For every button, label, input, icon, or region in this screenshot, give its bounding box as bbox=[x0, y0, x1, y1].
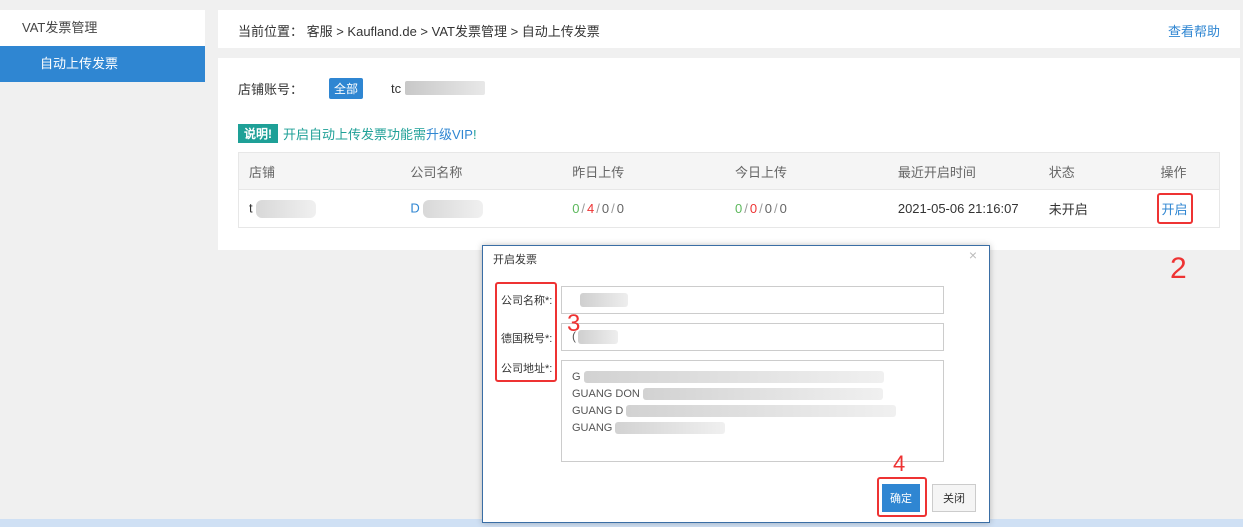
upgrade-vip-link[interactable]: 升级VIP bbox=[426, 127, 473, 142]
tax-number-input[interactable]: ( bbox=[561, 323, 944, 351]
open-invoice-dialog: 开启发票 × 公司名称*: 德国税号*: 公司地址*: ( 3 G GUANG … bbox=[482, 245, 990, 523]
cell-today: 0/0/0/0 bbox=[725, 189, 888, 228]
cell-company: D bbox=[400, 189, 563, 228]
tax-number-label: 德国税号*: bbox=[501, 333, 553, 345]
dialog-title: 开启发票 bbox=[493, 254, 537, 266]
today-other: 0 bbox=[779, 201, 787, 216]
today-success: 0 bbox=[735, 201, 743, 216]
address-line: G bbox=[572, 369, 933, 386]
today-failed: 0 bbox=[749, 201, 758, 216]
address-line: GUANG DON bbox=[572, 386, 933, 403]
confirm-button[interactable]: 确定 bbox=[882, 484, 920, 512]
table-row: t D 0/4/0/0 0/0/0/0 2021-05-06 21:16:07 … bbox=[238, 189, 1220, 228]
address-line: GUANG bbox=[572, 420, 933, 437]
sidebar: VAT发票管理 自动上传发票 bbox=[0, 0, 205, 527]
blurred-tax-value bbox=[578, 330, 618, 344]
cell-yesterday: 0/4/0/0 bbox=[562, 189, 726, 228]
blurred-company-value bbox=[580, 293, 628, 307]
today-pending: 0 bbox=[764, 201, 772, 216]
col-last-open: 最近开启时间 bbox=[887, 152, 1039, 190]
yesterday-pending: 0 bbox=[601, 201, 610, 216]
annotation-4: 4 bbox=[893, 451, 906, 476]
yesterday-other: 0 bbox=[616, 201, 624, 216]
col-action: 操作 bbox=[1150, 152, 1220, 190]
company-name-input[interactable] bbox=[561, 286, 944, 314]
store-table: 店铺 公司名称 昨日上传 今日上传 最近开启时间 状态 操作 t D 0 / 4… bbox=[238, 152, 1220, 228]
col-today: 今日上传 bbox=[725, 152, 888, 190]
address-line: GUANG D bbox=[572, 403, 933, 420]
help-link[interactable]: 查看帮助 bbox=[1168, 21, 1220, 40]
sidebar-title[interactable]: VAT发票管理 bbox=[0, 10, 205, 46]
store-all-button[interactable]: 全部 bbox=[329, 77, 364, 99]
main-panel: 店铺账号： 全部 tc 说明! 开启自动上传发票功能需升级VIP! 店铺 公司名… bbox=[218, 58, 1240, 250]
annotation-2: 2 bbox=[1170, 252, 1187, 285]
address-label: 公司地址*: bbox=[501, 363, 553, 375]
close-button[interactable]: 关闭 bbox=[932, 484, 976, 512]
company-name-label: 公司名称*: bbox=[501, 295, 553, 307]
company-link[interactable]: D bbox=[410, 200, 419, 215]
col-status: 状态 bbox=[1038, 152, 1151, 190]
blurred-company bbox=[423, 199, 484, 218]
table-header-row: 店铺 公司名称 昨日上传 今日上传 最近开启时间 状态 操作 bbox=[238, 152, 1220, 190]
store-filter-label: 店铺账号： bbox=[238, 81, 304, 97]
annotation-3: 3 bbox=[567, 310, 581, 337]
yesterday-success: 0 bbox=[572, 201, 580, 216]
top-bar: 当前位置： 客服 > Kaufland.de > VAT发票管理 > 自动上传发… bbox=[218, 10, 1240, 48]
store-option[interactable]: tc bbox=[391, 81, 401, 96]
breadcrumb: 当前位置： 客服 > Kaufland.de > VAT发票管理 > 自动上传发… bbox=[238, 24, 600, 39]
close-icon[interactable]: × bbox=[969, 247, 977, 263]
address-textarea[interactable]: G GUANG DON GUANG D GUANG bbox=[561, 360, 944, 462]
notice: 说明! 开启自动上传发票功能需升级VIP! bbox=[238, 124, 477, 143]
notice-text-main: 开启自动上传发票功能需 bbox=[283, 127, 427, 142]
notice-text: 开启自动上传发票功能需升级VIP! bbox=[283, 124, 477, 143]
cell-store: t bbox=[238, 189, 401, 228]
col-company: 公司名称 bbox=[400, 152, 563, 190]
sidebar-item-auto-upload[interactable]: 自动上传发票 bbox=[0, 46, 205, 82]
col-store: 店铺 bbox=[238, 152, 401, 190]
notice-suffix: ! bbox=[472, 127, 477, 142]
store-filter: 店铺账号： 全部 tc bbox=[238, 77, 486, 99]
open-button[interactable]: 开启 bbox=[1156, 193, 1193, 224]
store-prefix: t bbox=[249, 199, 253, 215]
cell-last-open: 2021-05-06 21:16:07 bbox=[887, 189, 1039, 228]
notice-badge: 说明! bbox=[238, 124, 278, 143]
cell-status: 未开启 bbox=[1038, 189, 1151, 228]
blurred-store-name bbox=[405, 81, 486, 95]
cell-action: 开启 bbox=[1150, 189, 1220, 228]
blurred-store bbox=[256, 199, 317, 218]
yesterday-failed: 4 bbox=[587, 201, 595, 216]
col-yesterday: 昨日上传 bbox=[562, 152, 726, 190]
